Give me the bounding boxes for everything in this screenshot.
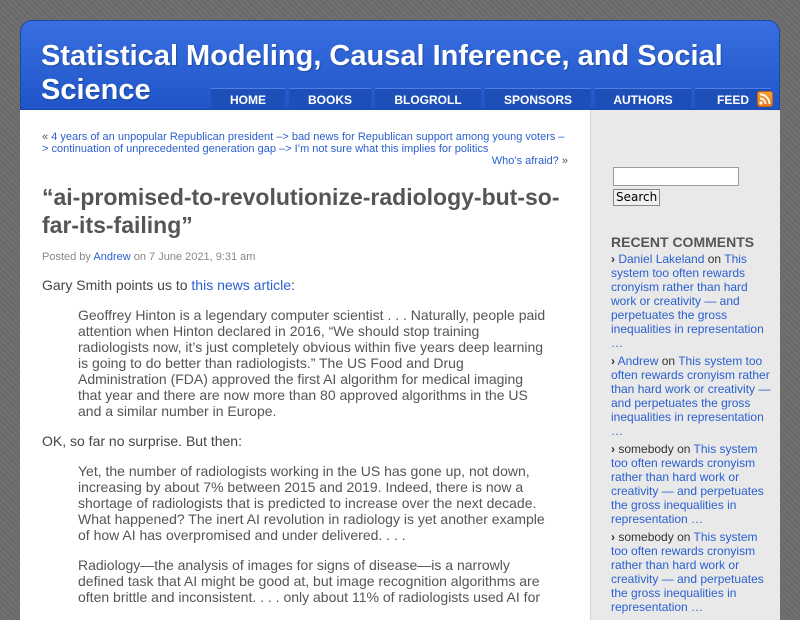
quote-1-text: Geoffrey Hinton is a legendary computer …	[78, 307, 546, 419]
rss-icon[interactable]	[757, 91, 773, 107]
nav-home[interactable]: HOME	[211, 88, 285, 111]
nav-sponsors[interactable]: SPONSORS	[485, 88, 591, 111]
comment-author-link[interactable]: Daniel Lakeland	[618, 252, 704, 266]
on-word: on	[707, 252, 722, 266]
post-meta: Posted by Andrew on 7 June 2021, 9:31 am	[42, 251, 568, 263]
comment-item: › somebody on This system too often rewa…	[611, 530, 771, 614]
intro-paragraph: Gary Smith points us to this news articl…	[42, 277, 568, 293]
comment-post-link[interactable]: This system too often rewards cronyism r…	[611, 252, 764, 350]
comment-item: › Andrew on This system too often reward…	[611, 354, 771, 438]
between-paragraph: OK, so far no surprise. But then:	[42, 433, 242, 449]
chevron-right-icon: ›	[611, 354, 615, 368]
comment-author: somebody	[618, 442, 674, 456]
prev-marker: «	[42, 131, 49, 143]
next-post-link[interactable]: Who’s afraid?	[492, 155, 559, 167]
recent-comments-title: RECENT COMMENTS	[611, 234, 755, 250]
intro-text: Gary Smith points us to	[42, 277, 188, 293]
sidebar: Search RECENT COMMENTS › Daniel Lakeland…	[590, 110, 780, 620]
prev-post-link[interactable]: 4 years of an unpopular Republican presi…	[42, 131, 565, 155]
next-post: Who’s afraid? »	[42, 155, 568, 167]
quote-2a-text: Yet, the number of radiologists working …	[78, 463, 545, 543]
nav-books[interactable]: BOOKS	[289, 88, 371, 111]
chevron-right-icon: ›	[611, 442, 615, 456]
meta-date: on 7 June 2021, 9:31 am	[133, 251, 256, 263]
on-word: on	[661, 354, 676, 368]
blockquote-2: Yet, the number of radiologists working …	[78, 463, 548, 605]
search-input[interactable]	[613, 167, 739, 186]
chevron-right-icon: ›	[611, 530, 615, 544]
comment-author: somebody	[618, 530, 674, 544]
author-link[interactable]: Andrew	[93, 251, 130, 263]
blockquote-1: Geoffrey Hinton is a legendary computer …	[78, 307, 548, 419]
news-article-link[interactable]: this news article	[191, 277, 291, 293]
recent-comments-list: › Daniel Lakeland on This system too oft…	[611, 252, 771, 618]
next-marker: »	[561, 155, 568, 167]
nav-authors[interactable]: AUTHORS	[595, 88, 691, 111]
post-title: “ai-promised-to-revolutionize-radiology-…	[42, 184, 560, 238]
page-wrapper: Statistical Modeling, Causal Inference, …	[20, 20, 780, 620]
main-nav: HOME BOOKS BLOGROLL SPONSORS AUTHORS FEE…	[211, 88, 771, 111]
on-word: on	[677, 530, 691, 544]
comment-item: › Daniel Lakeland on This system too oft…	[611, 252, 771, 350]
meta-prefix: Posted by	[42, 251, 91, 263]
comment-author-link[interactable]: Andrew	[618, 354, 659, 368]
search-button[interactable]: Search	[613, 189, 661, 206]
comment-item: › somebody on This system too often rewa…	[611, 442, 771, 526]
on-word: on	[677, 442, 691, 456]
site-header: Statistical Modeling, Causal Inference, …	[20, 20, 780, 111]
nav-blogroll[interactable]: BLOGROLL	[375, 88, 481, 111]
post-navigation: « 4 years of an unpopular Republican pre…	[42, 131, 568, 167]
main-content: « 4 years of an unpopular Republican pre…	[20, 110, 590, 620]
intro-end: :	[291, 277, 295, 293]
search-form: Search	[613, 167, 739, 206]
chevron-right-icon: ›	[611, 252, 615, 266]
quote-2b-text: Radiology—the analysis of images for sig…	[78, 557, 541, 605]
